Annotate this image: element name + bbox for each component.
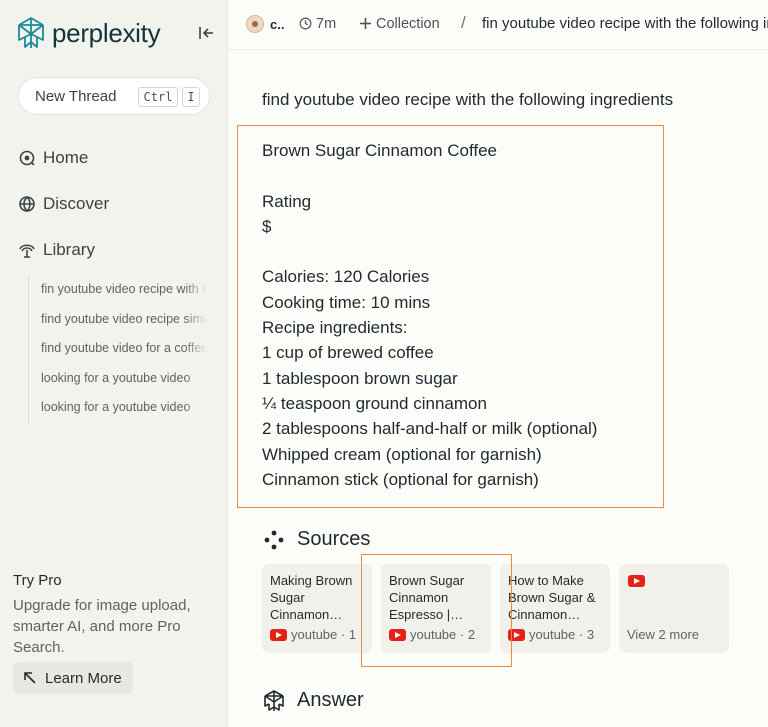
sources-icon	[264, 530, 284, 549]
recipe-line: ¼ teaspoon ground cinnamon	[262, 393, 487, 413]
nav-discover[interactable]: Discover	[18, 194, 109, 214]
recipe-line: 1 tablespoon brown sugar	[262, 368, 458, 388]
recipe-line	[262, 239, 652, 264]
recipe-line	[262, 163, 652, 188]
try-pro-title: Try Pro	[13, 572, 62, 589]
source-title: Brown Sugar Cinnamon Espresso |…	[389, 573, 465, 622]
perplexity-logo-icon	[18, 17, 44, 48]
youtube-icon	[508, 628, 525, 641]
learn-more-label: Learn More	[45, 669, 122, 687]
recipe-line: Cooking time: 10 mins	[262, 292, 431, 312]
answer-heading-label: Answer	[297, 689, 364, 711]
library-thread-item[interactable]: find youtube video for a coffee	[29, 335, 208, 365]
source-card[interactable]: Brown Sugar Cinnamon Espresso |… youtube…	[381, 564, 491, 653]
source-title: Making Brown Sugar Cinnamon…	[270, 573, 353, 622]
plus-icon	[360, 18, 371, 29]
nav-library[interactable]: Library	[18, 240, 95, 260]
nav-home[interactable]: Home	[18, 148, 88, 168]
library-thread-item[interactable]: fin youtube video recipe with the follow…	[29, 276, 208, 306]
recipe-line: Brown Sugar Cinnamon Coffee	[262, 141, 497, 160]
recipe-line: Cinnamon stick (optional for garnish)	[262, 469, 539, 489]
recipe-line: Rating	[262, 191, 312, 211]
youtube-icon	[270, 628, 287, 641]
youtube-icon	[628, 575, 645, 587]
brand-name: perplexity	[52, 17, 161, 48]
sources-heading: Sources	[263, 528, 370, 551]
view-more-sources-card[interactable]: View 2 more	[619, 564, 729, 653]
recipe-line: Calories: 120 Calories	[262, 267, 430, 287]
recipe-text: Brown Sugar Cinnamon Coffee Rating $ Cal…	[262, 138, 652, 492]
shortcut-key-ctrl: Ctrl	[138, 87, 178, 107]
recipe-line: Recipe ingredients:	[262, 318, 408, 338]
learn-more-button[interactable]: Learn More	[13, 662, 133, 694]
logo[interactable]: perplexity	[16, 16, 161, 50]
avatar[interactable]	[246, 15, 264, 33]
source-title: How to Make Brown Sugar & Cinnamon…	[508, 573, 596, 622]
arrow-up-left-icon	[24, 672, 36, 684]
library-icon	[19, 244, 35, 258]
sidebar: perplexity New Thread Ctrl I Home Discov…	[0, 0, 228, 727]
library-thread-list: fin youtube video recipe with the follow…	[28, 276, 208, 424]
source-card[interactable]: How to Make Brown Sugar & Cinnamon… yout…	[500, 564, 610, 653]
nav-discover-label: Discover	[43, 194, 110, 213]
shortcut-key-i: I	[182, 87, 200, 107]
source-domain: youtube · 2	[410, 627, 476, 642]
answer-heading: Answer	[263, 689, 364, 712]
recipe-line: 1 cup of brewed coffee	[262, 343, 434, 363]
user-query: find youtube video recipe with the follo…	[262, 90, 674, 109]
top-bar: c.. 7m Collection / fin youtube video re…	[229, 0, 768, 50]
recipe-line: 2 tablespoons half-and-half or milk (opt…	[262, 419, 598, 439]
new-thread-label: New Thread	[35, 87, 117, 105]
nav-library-label: Library	[43, 240, 95, 259]
library-thread-item[interactable]: looking for a youtube video	[29, 394, 208, 424]
library-thread-item[interactable]: find youtube video recipe similar	[29, 305, 208, 336]
collection-label: Collection	[376, 16, 440, 32]
thread-age: 7m	[316, 16, 337, 32]
home-icon	[19, 150, 35, 166]
thread-title[interactable]: fin youtube video recipe with the follow…	[482, 15, 768, 32]
user-name[interactable]: c..	[270, 17, 284, 32]
library-thread-item[interactable]: looking for a youtube video	[29, 364, 208, 395]
youtube-icon	[389, 628, 406, 641]
collapse-sidebar-button[interactable]	[197, 24, 215, 42]
collapse-icon	[199, 27, 213, 39]
source-domain: youtube · 1	[291, 627, 357, 642]
try-pro-description: Upgrade for image upload, smarter AI, an…	[13, 597, 191, 656]
globe-icon	[19, 196, 35, 212]
recipe-line: $	[262, 216, 272, 236]
clock-icon	[299, 17, 312, 30]
new-thread-button[interactable]: New Thread Ctrl I	[18, 77, 210, 115]
answer-perplexity-icon	[264, 689, 284, 711]
breadcrumb-separator: /	[461, 13, 466, 32]
recipe-line: Whipped cream (optional for garnish)	[262, 444, 542, 464]
source-card[interactable]: Making Brown Sugar Cinnamon… youtube · 1	[262, 564, 372, 653]
nav-home-label: Home	[43, 148, 89, 167]
sources-heading-label: Sources	[297, 528, 371, 550]
view-more-label: View 2 more	[627, 627, 700, 642]
source-domain: youtube · 3	[529, 627, 595, 642]
